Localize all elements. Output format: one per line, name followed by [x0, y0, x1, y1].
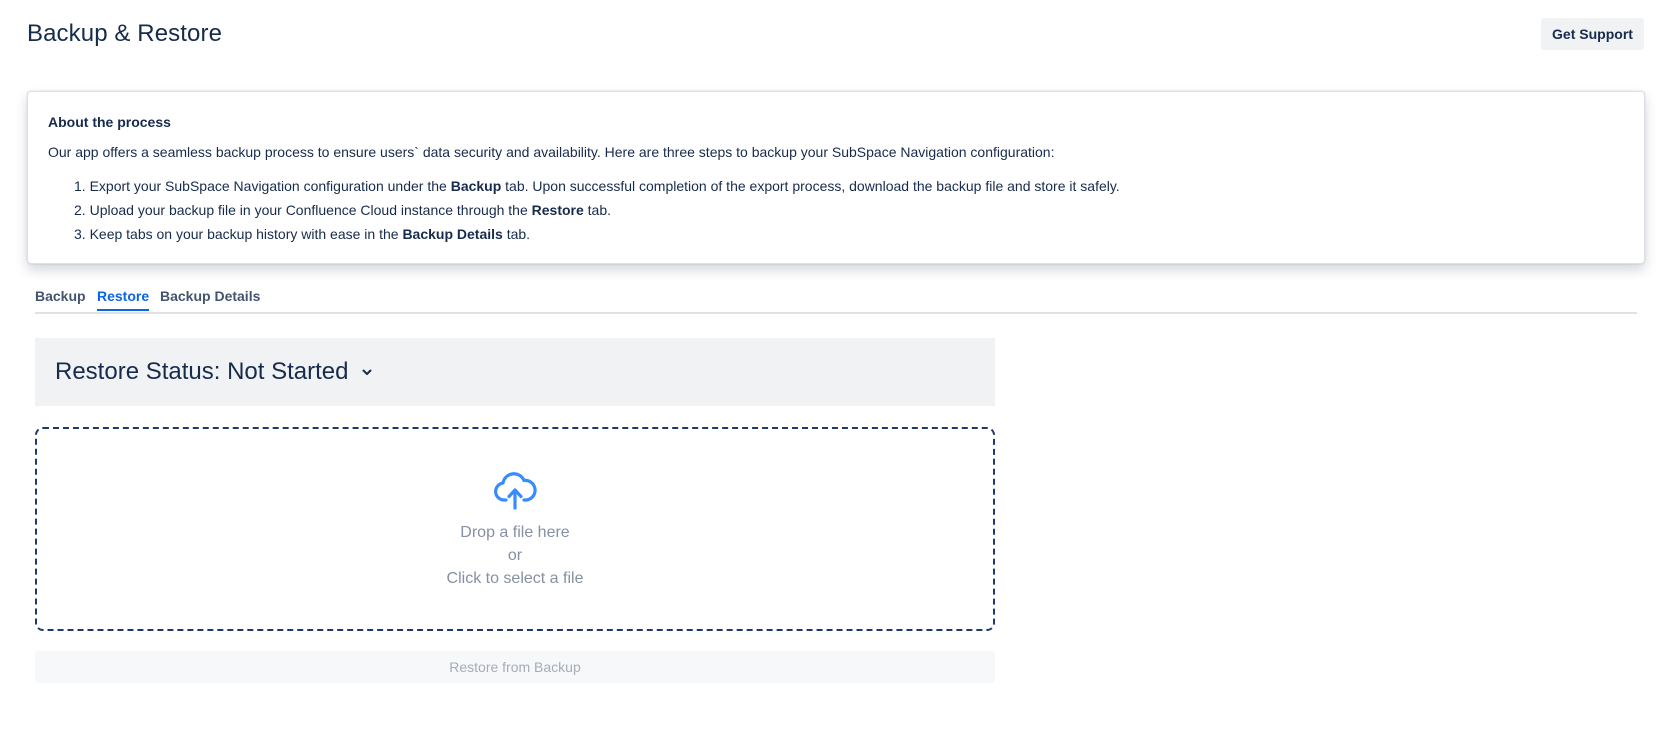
- restore-status-panel: Restore Status: Not Started: [35, 338, 995, 406]
- about-title: About the process: [48, 114, 171, 130]
- step-bold: Restore: [531, 202, 584, 218]
- about-steps-list: 1. Export your SubSpace Navigation confi…: [48, 174, 1624, 246]
- about-step: 1. Export your SubSpace Navigation confi…: [74, 174, 1624, 198]
- chevron-down-icon[interactable]: [358, 363, 376, 381]
- step-bold: Backup: [450, 178, 502, 194]
- about-intro: Our app offers a seamless backup process…: [48, 144, 1055, 160]
- tab-bar: Backup Restore Backup Details: [35, 284, 1637, 314]
- tab-backup[interactable]: Backup: [35, 288, 86, 311]
- page-title: Backup & Restore: [27, 20, 223, 47]
- cloud-upload-icon: [493, 468, 537, 521]
- restore-status-text: Restore Status: Not Started: [55, 358, 349, 385]
- step-text: tab. Upon successful completion of the e…: [501, 178, 1120, 194]
- step-text: Export your SubSpace Navigation configur…: [89, 178, 451, 194]
- restore-from-backup-button[interactable]: Restore from Backup: [35, 651, 995, 683]
- step-number: 3.: [74, 226, 86, 242]
- dropzone-line-2: or: [507, 547, 523, 564]
- tab-restore[interactable]: Restore: [97, 288, 150, 311]
- about-step: 3. Keep tabs on your backup history with…: [74, 222, 1624, 246]
- about-step: 2. Upload your backup file in your Confl…: [74, 198, 1624, 222]
- about-process-card: About the process Our app offers a seaml…: [27, 91, 1645, 264]
- step-text: Upload your backup file in your Confluen…: [89, 202, 532, 218]
- step-text: tab.: [583, 202, 612, 218]
- step-number: 1.: [74, 178, 86, 194]
- step-bold: Backup Details: [402, 226, 503, 242]
- step-number: 2.: [74, 202, 86, 218]
- file-dropzone[interactable]: Drop a file here or Click to select a fi…: [35, 427, 995, 631]
- dropzone-line-1: Drop a file here: [460, 524, 570, 541]
- step-text: Keep tabs on your backup history with ea…: [89, 226, 403, 242]
- dropzone-line-3: Click to select a file: [446, 570, 584, 587]
- get-support-button[interactable]: Get Support: [1541, 18, 1644, 50]
- tab-backup-details[interactable]: Backup Details: [160, 288, 260, 311]
- step-text: tab.: [502, 226, 531, 242]
